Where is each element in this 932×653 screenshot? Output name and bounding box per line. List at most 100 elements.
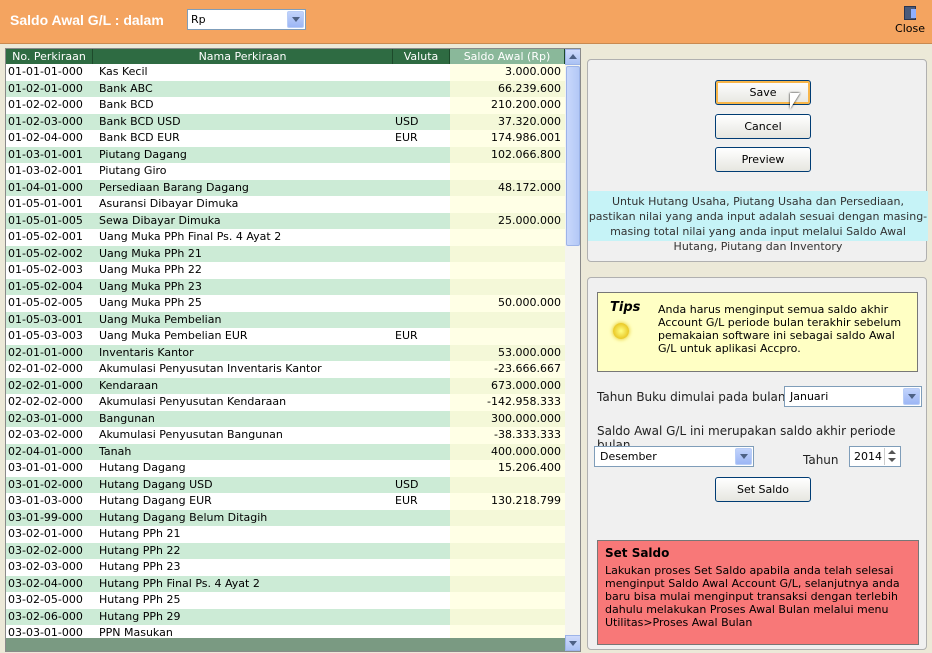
cell-saldo-awal[interactable]: 37.320.000 xyxy=(450,113,565,130)
year-stepper[interactable]: 2014 xyxy=(849,446,901,467)
cell-valuta xyxy=(393,180,450,197)
table-row[interactable]: 01-05-03-001 Uang Muka Pembelian xyxy=(6,311,565,328)
table-row[interactable]: 01-02-04-000 Bank BCD EUR EUR 174.986.001 xyxy=(6,130,565,147)
cell-no-perkiraan: 03-02-03-000 xyxy=(8,560,83,573)
table-row[interactable]: 01-04-01-000 Persediaan Barang Dagang 48.1… xyxy=(6,179,565,197)
cell-saldo-awal[interactable]: 673.000.000 xyxy=(450,377,565,394)
end-month-select[interactable]: Desember xyxy=(594,446,754,467)
table-row[interactable]: 01-03-01-001 Piutang Dagang 102.066.800 xyxy=(6,146,565,164)
cell-no-perkiraan: 01-02-02-000 xyxy=(8,98,83,111)
table-row[interactable]: 02-02-02-000 Akumulasi Penyusutan Kendara… xyxy=(6,394,565,411)
table-row[interactable]: 02-01-02-000 Akumulasi Penyusutan Inventa… xyxy=(6,361,565,378)
table-row[interactable]: 01-02-03-000 Bank BCD USD USD 37.320.000 xyxy=(6,113,565,130)
table-row[interactable]: 01-02-02-000 Bank BCD 210.200.000 xyxy=(6,97,565,114)
cell-saldo-awal[interactable]: -142.958.333 xyxy=(450,394,565,411)
cell-no-perkiraan: 01-05-02-002 xyxy=(8,246,83,260)
cell-saldo-awal[interactable]: 50.000.000 xyxy=(450,295,565,312)
cell-valuta xyxy=(393,147,450,164)
col-header-no-perkiraan[interactable]: No. Perkiraan xyxy=(6,49,93,64)
cell-valuta xyxy=(393,345,450,362)
cell-saldo-awal[interactable]: 66.239.600 xyxy=(450,80,565,97)
table-row[interactable]: 01-05-03-003 Uang Muka Pembelian EUR EUR xyxy=(6,328,565,345)
col-header-valuta[interactable]: Valuta xyxy=(393,49,450,64)
cell-saldo-awal[interactable]: -23.666.667 xyxy=(450,361,565,378)
cell-saldo-awal[interactable] xyxy=(450,476,565,493)
cell-saldo-awal[interactable] xyxy=(450,509,565,526)
table-row[interactable]: 01-05-02-004 Uang Muka PPh 23 xyxy=(6,278,565,295)
cell-saldo-awal[interactable] xyxy=(450,608,565,625)
table-row[interactable]: 03-02-06-000 Hutang PPh 29 xyxy=(6,608,565,625)
table-row[interactable]: 02-03-01-000 Bangunan 300.000.000 xyxy=(6,410,565,427)
cell-saldo-awal[interactable] xyxy=(450,196,565,213)
cell-saldo-awal[interactable] xyxy=(450,278,565,295)
vertical-scrollbar[interactable] xyxy=(565,49,580,651)
cell-no-perkiraan: 03-02-04-000 xyxy=(8,576,83,590)
table-row[interactable]: 01-05-02-003 Uang Muka PPh 22 xyxy=(6,262,565,279)
table-row[interactable]: 02-01-01-000 Inventaris Kantor 53.000.000 xyxy=(6,344,565,362)
table-row[interactable]: 01-05-01-001 Asuransi Dibayar Dimuka xyxy=(6,196,565,213)
cell-saldo-awal[interactable]: 174.986.001 xyxy=(450,130,565,147)
scroll-thumb[interactable] xyxy=(566,66,580,246)
chevron-down-icon[interactable] xyxy=(735,448,752,465)
start-month-select[interactable]: Januari xyxy=(784,386,922,407)
cell-saldo-awal[interactable] xyxy=(450,229,565,246)
table-row[interactable]: 03-02-02-000 Hutang PPh 22 xyxy=(6,542,565,559)
cell-saldo-awal[interactable] xyxy=(450,245,565,262)
chevron-down-icon[interactable] xyxy=(287,11,304,28)
table-row[interactable]: 03-02-01-000 Hutang PPh 21 xyxy=(6,526,565,543)
cell-no-perkiraan: 01-05-02-004 xyxy=(8,279,83,293)
table-row[interactable]: 01-05-02-002 Uang Muka PPh 21 xyxy=(6,245,565,262)
cell-saldo-awal[interactable] xyxy=(450,542,565,559)
cell-saldo-awal[interactable]: 300.000.000 xyxy=(450,410,565,427)
cell-no-perkiraan: 01-05-02-001 xyxy=(8,230,83,243)
col-header-nama-perkiraan[interactable]: Nama Perkiraan xyxy=(93,49,393,64)
cell-saldo-awal[interactable]: 130.218.799 xyxy=(450,493,565,510)
table-row[interactable]: 03-01-01-000 Hutang Dagang 15.206.400 xyxy=(6,460,565,477)
cell-saldo-awal[interactable] xyxy=(450,163,565,180)
table-row[interactable]: 02-03-02-000 Akumulasi Penyusutan Banguna… xyxy=(6,427,565,444)
cell-saldo-awal[interactable]: 48.172.000 xyxy=(450,179,565,196)
preview-button[interactable]: Preview xyxy=(715,147,811,172)
cell-saldo-awal[interactable] xyxy=(450,526,565,543)
table-row[interactable]: 01-05-01-005 Sewa Dibayar Dimuka 25.000.00… xyxy=(6,212,565,229)
scroll-down-icon[interactable] xyxy=(565,635,580,651)
cell-saldo-awal[interactable]: -38.333.333 xyxy=(450,427,565,444)
cell-saldo-awal[interactable]: 53.000.000 xyxy=(450,344,565,361)
table-row[interactable]: 01-03-02-001 Piutang Giro xyxy=(6,163,565,180)
cell-saldo-awal[interactable]: 102.066.800 xyxy=(450,146,565,163)
table-row[interactable]: 03-01-02-000 Hutang Dagang USD USD xyxy=(6,476,565,493)
cell-saldo-awal[interactable]: 15.206.400 xyxy=(450,460,565,477)
cell-saldo-awal[interactable]: 400.000.000 xyxy=(450,443,565,460)
table-row[interactable]: 01-05-02-001 Uang Muka PPh Final Ps. 4 Ay… xyxy=(6,229,565,246)
table-row[interactable]: 03-02-04-000 Hutang PPh Final Ps. 4 Ayat … xyxy=(6,575,565,592)
table-row[interactable]: 03-01-99-000 Hutang Dagang Belum Ditagih xyxy=(6,509,565,526)
cell-saldo-awal[interactable]: 25.000.000 xyxy=(450,212,565,229)
table-row[interactable]: 01-05-02-005 Uang Muka PPh 25 50.000.000 xyxy=(6,295,565,312)
table-row[interactable]: 02-02-01-000 Kendaraan 673.000.000 xyxy=(6,377,565,394)
table-row[interactable]: 03-01-03-000 Hutang Dagang EUR EUR 130.218.… xyxy=(6,493,565,510)
cell-saldo-awal[interactable] xyxy=(450,311,565,328)
cell-saldo-awal[interactable] xyxy=(450,625,565,638)
cell-saldo-awal[interactable] xyxy=(450,592,565,609)
close-button[interactable]: Close xyxy=(894,6,926,40)
col-header-saldo-awal[interactable]: Saldo Awal (Rp) xyxy=(450,49,565,64)
cell-no-perkiraan: 03-03-01-000 xyxy=(8,626,83,638)
cell-saldo-awal[interactable] xyxy=(450,559,565,576)
table-row[interactable]: 01-01-01-000 Kas Kecil 3.000.000 xyxy=(6,64,565,81)
table-row[interactable]: 01-02-01-000 Bank ABC 66.239.600 xyxy=(6,80,565,97)
cell-saldo-awal[interactable] xyxy=(450,575,565,592)
table-row[interactable]: 03-03-01-000 PPN Masukan xyxy=(6,625,565,638)
set-saldo-button[interactable]: Set Saldo xyxy=(715,477,811,502)
cell-saldo-awal[interactable]: 210.200.000 xyxy=(450,97,565,114)
cell-saldo-awal[interactable]: 3.000.000 xyxy=(450,64,565,81)
scroll-up-icon[interactable] xyxy=(565,49,580,65)
spin-arrows-icon[interactable] xyxy=(884,448,899,465)
cell-saldo-awal[interactable] xyxy=(450,328,565,345)
cell-saldo-awal[interactable] xyxy=(450,262,565,279)
table-row[interactable]: 02-04-01-000 Tanah 400.000.000 xyxy=(6,443,565,460)
table-row[interactable]: 03-02-05-000 Hutang PPh 25 xyxy=(6,592,565,609)
currency-select[interactable]: Rp xyxy=(187,9,306,30)
chevron-down-icon[interactable] xyxy=(903,388,920,405)
table-row[interactable]: 03-02-03-000 Hutang PPh 23 xyxy=(6,559,565,576)
cancel-button[interactable]: Cancel xyxy=(715,114,811,139)
